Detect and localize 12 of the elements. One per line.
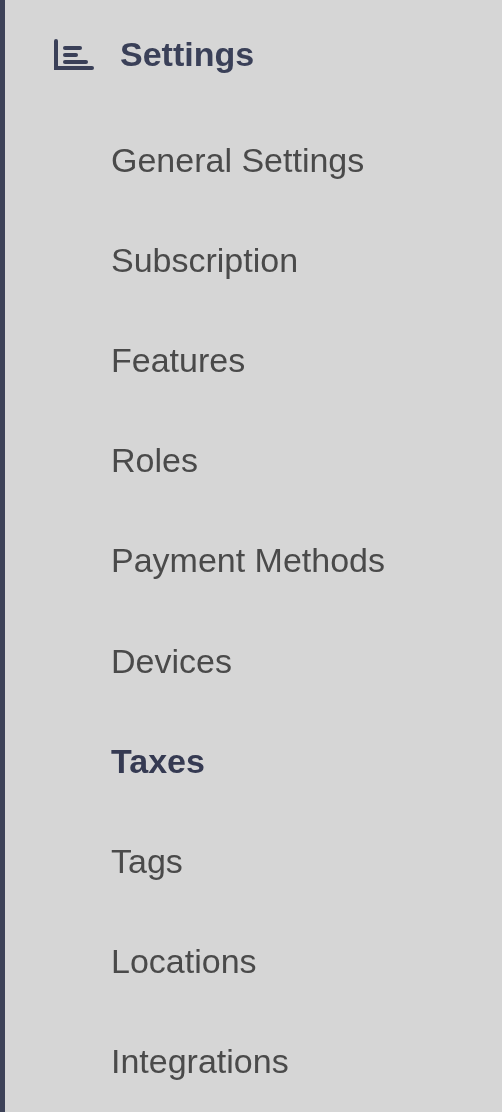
menu-item[interactable]: Taxes <box>111 735 205 787</box>
menu-item[interactable]: Roles <box>111 435 198 487</box>
menu-item[interactable]: Features <box>111 334 246 386</box>
menu-item[interactable]: Locations <box>111 936 257 988</box>
menu-item[interactable]: Integrations <box>111 1036 289 1088</box>
menu-item[interactable]: General Settings <box>111 134 365 186</box>
menu-item[interactable]: Subscription <box>111 234 299 286</box>
section-title: Settings <box>120 34 255 76</box>
menu-item[interactable]: Tags <box>111 835 183 887</box>
menu-item[interactable]: Devices <box>111 635 232 687</box>
chart-icon <box>52 37 94 72</box>
menu-item[interactable]: Payment Methods <box>111 535 386 587</box>
